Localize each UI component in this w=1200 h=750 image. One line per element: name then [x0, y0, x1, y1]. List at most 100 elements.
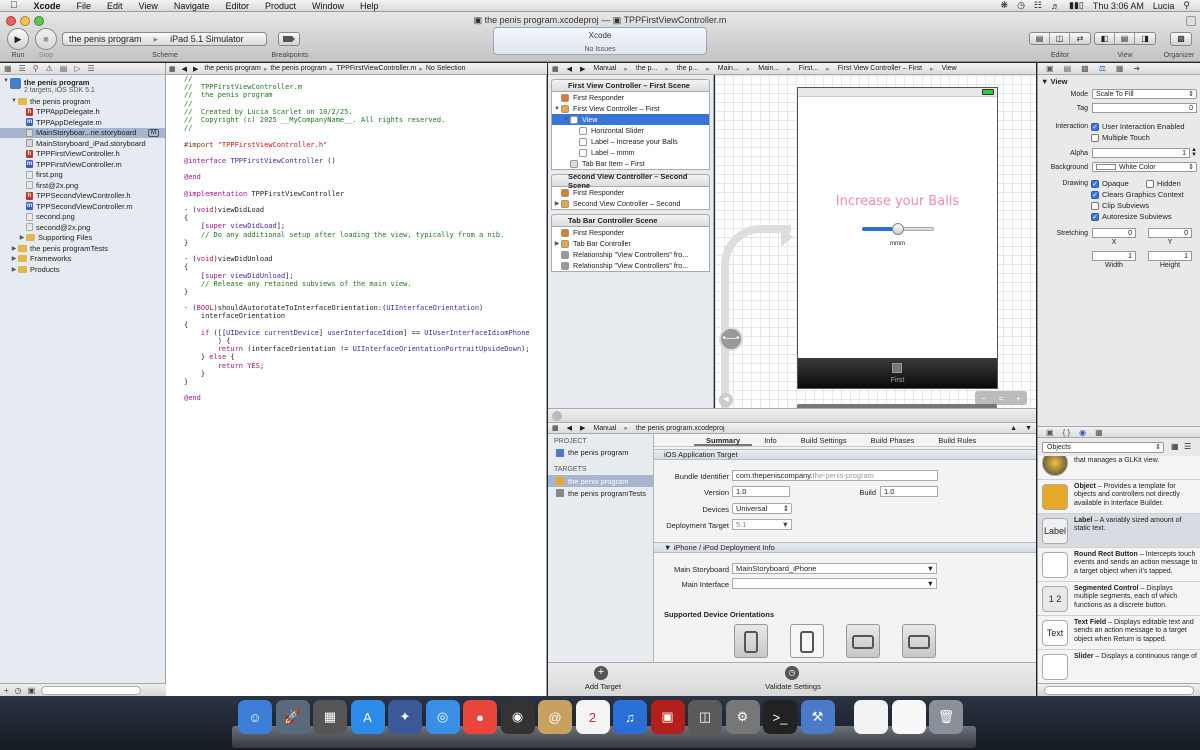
disclosure-triangle-icon[interactable]: ▼ [562, 117, 570, 123]
terminal-icon[interactable]: >_ [763, 700, 797, 734]
outline-row[interactable]: Label – Increase your Balls [552, 136, 709, 147]
jump-group[interactable]: the penis program [267, 65, 329, 72]
grid-view-icon[interactable]: ▦ [1171, 442, 1179, 451]
file-tree-item[interactable]: ▶ the penis programTests [0, 243, 165, 254]
library-item[interactable]: GLKit View Controller – A controller tha… [1038, 456, 1200, 480]
menu-help[interactable]: Help [352, 1, 387, 11]
source-editor[interactable]: ▦ ◀ ▶ the penis program ▸ the penis prog… [166, 63, 547, 696]
identity-inspector-icon[interactable]: ▩ [1081, 64, 1089, 73]
disclosure-triangle-icon[interactable]: ▶ [10, 245, 18, 252]
outline-toggle-icon[interactable] [552, 411, 562, 421]
target-item[interactable]: the penis programTests [548, 487, 653, 499]
disclosure-triangle-icon[interactable]: ▼ [1041, 77, 1048, 86]
menu-app-name[interactable]: Xcode [26, 1, 69, 11]
library-item[interactable]: Label Label – A variably sized amount of … [1038, 514, 1200, 548]
tag-field[interactable]: 0 [1092, 103, 1197, 113]
disclosure-triangle-icon[interactable]: ▶ [10, 266, 18, 273]
orientation-upside-down-button[interactable] [790, 624, 824, 658]
scheme-device[interactable]: iPad 5.1 Simulator [164, 34, 250, 44]
finder-icon[interactable]: ☺ [238, 700, 272, 734]
time-machine-icon[interactable]: ◷ [1017, 0, 1025, 11]
zoom-out-icon[interactable]: − [981, 394, 986, 403]
outline-row[interactable]: Relationship "View Controllers" fro... [552, 260, 709, 271]
attributes-inspector-icon[interactable]: ⚖ [1099, 64, 1106, 73]
log-tab-icon[interactable]: ☰ [87, 64, 94, 73]
stretch-x-field[interactable]: 0 [1092, 228, 1136, 238]
file-tree-item[interactable]: second@2x.png [0, 222, 165, 233]
stop-button[interactable]: ■ [35, 28, 57, 50]
outline-row[interactable]: ▼ First View Controller – First [552, 103, 709, 114]
bundle-id-field[interactable]: com.thepeniscompany.the-penis-program [732, 470, 938, 481]
related-files-icon[interactable]: ▦ [166, 65, 179, 73]
menu-file[interactable]: File [69, 1, 100, 11]
related-files-icon[interactable]: ▦ [548, 65, 563, 73]
jump-file[interactable]: TPPFirstViewController.m [333, 65, 419, 72]
orientation-landscape-left-button[interactable] [846, 624, 880, 658]
breakpoints-button[interactable] [278, 32, 300, 46]
slider-thumb[interactable] [892, 223, 904, 235]
facetime-icon[interactable]: ◉ [500, 700, 535, 734]
project-tab[interactable]: Build Settings [789, 434, 859, 446]
alpha-stepper[interactable]: ▲ ▼ [1191, 147, 1197, 158]
blank-document-icon[interactable] [891, 700, 926, 734]
scene-header[interactable]: Tab Bar Controller Scene [551, 214, 710, 227]
utilities-toggle-icon[interactable]: ◨ [1135, 33, 1155, 44]
assistant-editor-icon[interactable]: ◫ [1050, 33, 1070, 44]
storyboard-jump-item[interactable]: the p... [632, 65, 661, 72]
outline-row[interactable]: Relationship "View Controllers" fro... [552, 249, 709, 260]
add-icon[interactable]: + [4, 686, 9, 695]
project-tab[interactable]: Build Rules [926, 434, 988, 446]
version-field[interactable]: 1.0 [732, 486, 790, 497]
bluetooth-icon[interactable]: ❋ [1001, 0, 1009, 11]
outline-row[interactable]: First Responder [552, 92, 709, 103]
library-item[interactable]: Slider – Displays a continuous range of [1038, 650, 1200, 684]
storyboard-jump-item[interactable]: First View Controller – First [834, 65, 926, 72]
project-root-row[interactable]: ▼ the penis program 2 targets, iOS SDK 5… [0, 75, 165, 96]
back-arrow-icon[interactable]: ◀ [563, 424, 576, 432]
library-item[interactable]: Round Rect Button – Intercepts touch eve… [1038, 548, 1200, 582]
main-storyboard-field[interactable]: MainStoryboard_iPhone ▼ [732, 563, 937, 574]
pe-nav-down-icon[interactable]: ▼ [1021, 425, 1036, 432]
system-preferences-icon[interactable]: ⚙ [725, 700, 760, 734]
list-view-icon[interactable]: ☰ [1184, 442, 1191, 451]
file-tree-item[interactable]: h TPPAppDelegate.h [0, 107, 165, 118]
library-item[interactable]: Object – Provides a template for objects… [1038, 480, 1200, 514]
hidden-checkbox[interactable]: Hidden [1146, 179, 1181, 188]
back-arrow-icon[interactable]: ◀ [563, 65, 576, 73]
orientation-portrait-button[interactable] [734, 624, 768, 658]
eagle-icon[interactable]: ✦ [388, 700, 422, 734]
menu-editor[interactable]: Editor [217, 1, 257, 11]
disclosure-triangle-icon[interactable]: ▶ [10, 255, 18, 262]
issue-tab-icon[interactable]: ⚠ [46, 64, 53, 73]
scheme-selector[interactable]: the penis program ▸ iPad 5.1 Simulator [62, 32, 267, 46]
debug-tab-icon[interactable]: ▤ [60, 64, 68, 73]
menu-navigate[interactable]: Navigate [166, 1, 218, 11]
library-search-field[interactable] [1044, 686, 1194, 695]
itunes-icon[interactable]: ♫ [613, 700, 647, 734]
recent-filter-icon[interactable]: ◷ [15, 686, 22, 695]
stretch-width-field[interactable]: 1 [1092, 251, 1136, 261]
fullscreen-button[interactable] [1186, 16, 1196, 26]
file-tree-item[interactable]: m TPPFirstViewController.m [0, 159, 165, 170]
editor-mode-segmented[interactable]: ▤ ◫ ⇄ [1029, 32, 1091, 45]
library-item[interactable]: 1 2 Segmented Control – Displays multiple… [1038, 582, 1200, 616]
validate-settings-icon[interactable]: ◷ [785, 666, 799, 680]
menubar-clock[interactable]: Thu 3:06 AM [1093, 1, 1144, 11]
folder-tab-icon[interactable]: ▦ [4, 64, 12, 73]
apple-menu-icon[interactable]:  [0, 0, 26, 11]
xcode-icon[interactable]: ⚒ [800, 700, 835, 734]
organizer-button[interactable]: ▩ [1170, 32, 1192, 46]
file-tree-item[interactable]: ▶ Frameworks [0, 254, 165, 265]
debug-area-toggle-icon[interactable]: ▤ [1115, 33, 1135, 44]
zoom-fit-icon[interactable]: = [999, 394, 1004, 403]
file-tree-item[interactable]: m TPPSecondViewController.m [0, 201, 165, 212]
size-inspector-icon[interactable]: ▦ [1116, 64, 1124, 73]
contacts-icon[interactable]: @ [538, 700, 572, 734]
wifi-icon[interactable]: ☷ [1034, 0, 1042, 11]
canvas-back-icon[interactable]: ◀ [719, 393, 733, 407]
view-toggle-segmented[interactable]: ◧ ▤ ◨ [1094, 32, 1156, 45]
main-interface-field[interactable]: ▼ [732, 578, 937, 589]
app-store-icon[interactable]: A [350, 700, 385, 734]
relationship-segue-icon[interactable]: •—• [719, 327, 743, 351]
zoom-in-icon[interactable]: + [1016, 394, 1021, 403]
